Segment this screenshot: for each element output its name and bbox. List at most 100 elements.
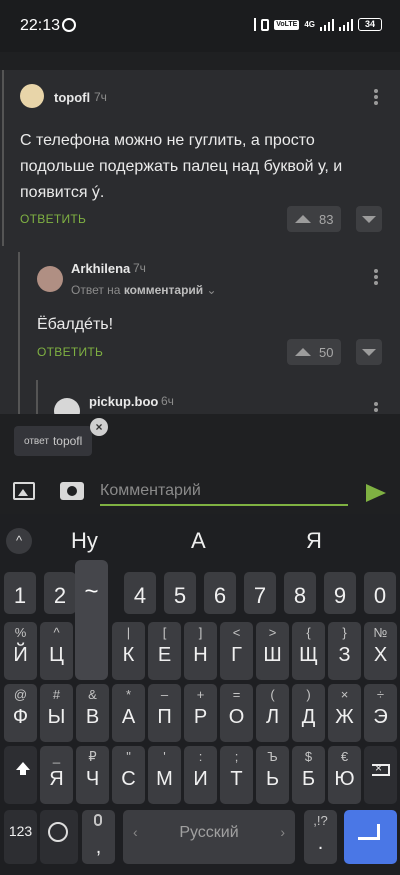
key-row2-0[interactable]: @ Ф: [4, 684, 37, 742]
reply-to-link[interactable]: Ответ на комментарий ⌄: [71, 283, 217, 297]
signal-icon: [320, 18, 334, 31]
key-row3-4[interactable]: :И: [184, 746, 217, 804]
comment-author[interactable]: Arkhilena: [71, 261, 130, 276]
key-row1-0[interactable]: % Й: [4, 622, 37, 680]
image-icon[interactable]: [13, 482, 35, 500]
key-row1-3[interactable]: | К: [112, 622, 145, 680]
avatar[interactable]: [20, 84, 44, 108]
key-row2-2[interactable]: & В: [76, 684, 109, 742]
reply-button[interactable]: ОТВЕТИТЬ: [37, 345, 103, 359]
close-icon[interactable]: ×: [90, 418, 108, 436]
key-label: 4: [133, 583, 147, 608]
key-7[interactable]: 7: [244, 572, 276, 614]
key-row1-4[interactable]: [Е: [148, 622, 181, 680]
key-row1-7[interactable]: > Ш: [256, 622, 289, 680]
key-label: Г: [231, 644, 242, 666]
thread-line-3: [36, 380, 38, 414]
key-label: Д: [301, 706, 316, 728]
key-2[interactable]: 2: [44, 572, 76, 614]
key-alt-label: |: [126, 625, 131, 640]
key-row1-9[interactable]: } З: [328, 622, 361, 680]
key-row3-8[interactable]: € Ю: [328, 746, 361, 804]
key-alt-label: [: [162, 625, 167, 640]
comment-author[interactable]: topofl: [54, 90, 90, 105]
suggestion-3[interactable]: Я: [306, 528, 322, 554]
key-row3-1[interactable]: ₽ Ч: [76, 746, 109, 804]
key-row2-10[interactable]: ÷ Э: [364, 684, 397, 742]
emoji-key[interactable]: [40, 810, 78, 864]
key-row3-7[interactable]: $ Б: [292, 746, 325, 804]
key-1[interactable]: 1: [4, 572, 36, 614]
key-row2-9[interactable]: × Ж: [328, 684, 361, 742]
key-label: М: [156, 768, 173, 790]
comment-text: С телефона можно не гуглить, а просто по…: [20, 132, 343, 201]
key-alt-label: *: [125, 687, 132, 702]
key-9[interactable]: 9: [324, 572, 356, 614]
key-row1-8[interactable]: {Щ: [292, 622, 325, 680]
battery-icon: 34: [358, 18, 382, 31]
chevron-up-icon[interactable]: ^: [6, 528, 32, 554]
key-label: Ы: [47, 706, 66, 728]
arrow-up-icon: [295, 348, 311, 356]
comma-key[interactable]: ,: [82, 810, 115, 864]
key-alt-label: ,!?: [313, 813, 328, 828]
key-6[interactable]: 6: [204, 572, 236, 614]
key-row3-0[interactable]: _ Я: [40, 746, 73, 804]
downvote-button[interactable]: [356, 206, 382, 232]
comment-author[interactable]: pickup.boo: [89, 394, 158, 409]
key-0[interactable]: 0: [364, 572, 396, 614]
key-alt-label: #: [52, 687, 61, 702]
key-row3-5[interactable]: ; Т: [220, 746, 253, 804]
key-row2-5[interactable]: + Р: [184, 684, 217, 742]
key-alt-label: ÷: [376, 687, 385, 702]
downvote-button[interactable]: [356, 339, 382, 365]
key-alt-label: ^: [53, 625, 60, 640]
space-key[interactable]: ‹ Русский ›: [123, 810, 295, 864]
key-4[interactable]: 4: [124, 572, 156, 614]
send-icon[interactable]: [366, 484, 386, 502]
avatar[interactable]: [37, 266, 63, 292]
key-5[interactable]: 5: [164, 572, 196, 614]
avatar[interactable]: [54, 398, 80, 414]
reply-to-target: комментарий: [123, 283, 204, 297]
more-icon[interactable]: [374, 269, 378, 285]
comment-input[interactable]: [100, 478, 348, 506]
backspace-key[interactable]: [364, 746, 397, 804]
key-label: Ц: [49, 644, 64, 666]
key-row2-1[interactable]: # Ы: [40, 684, 73, 742]
key-row1-1[interactable]: ^ Ц: [40, 622, 73, 680]
key-row3-2[interactable]: " С: [112, 746, 145, 804]
thread-line-2: [18, 252, 20, 414]
upvote-button[interactable]: 83: [287, 206, 342, 232]
more-icon[interactable]: [374, 402, 378, 414]
period-key[interactable]: ,!?.: [304, 810, 337, 864]
key-label: К: [122, 644, 135, 666]
key-row1-6[interactable]: < Г: [220, 622, 253, 680]
key-row2-6[interactable]: = О: [220, 684, 253, 742]
key-row1-10[interactable]: № Х: [364, 622, 397, 680]
key-row2-4[interactable]: – П: [148, 684, 181, 742]
camera-icon[interactable]: [60, 482, 84, 500]
enter-key[interactable]: [344, 810, 397, 864]
numbers-key[interactable]: 123: [4, 810, 37, 864]
key-label: 123: [8, 823, 33, 839]
shift-key[interactable]: [4, 746, 37, 804]
key-alt-label: =: [232, 687, 241, 702]
key-row2-3[interactable]: * А: [112, 684, 145, 742]
key-alt-label: %: [14, 625, 27, 640]
upvote-button[interactable]: 50: [287, 339, 342, 365]
key-8[interactable]: 8: [284, 572, 316, 614]
key-alt-label: ': [163, 749, 166, 764]
key-row3-6[interactable]: ЪЬ: [256, 746, 289, 804]
reply-button[interactable]: ОТВЕТИТЬ: [20, 212, 86, 226]
key-row2-7[interactable]: (Л: [256, 684, 289, 742]
suggestion-2[interactable]: А: [191, 528, 206, 554]
key-label: Н: [193, 644, 208, 666]
more-icon[interactable]: [374, 89, 378, 105]
key-label: Е: [157, 644, 172, 666]
key-row2-8[interactable]: ) Д: [292, 684, 325, 742]
suggestion-1[interactable]: Ну: [71, 528, 98, 554]
key-row3-3[interactable]: ' М: [148, 746, 181, 804]
chevron-right-icon: ›: [280, 824, 285, 840]
key-row1-5[interactable]: ] Н: [184, 622, 217, 680]
